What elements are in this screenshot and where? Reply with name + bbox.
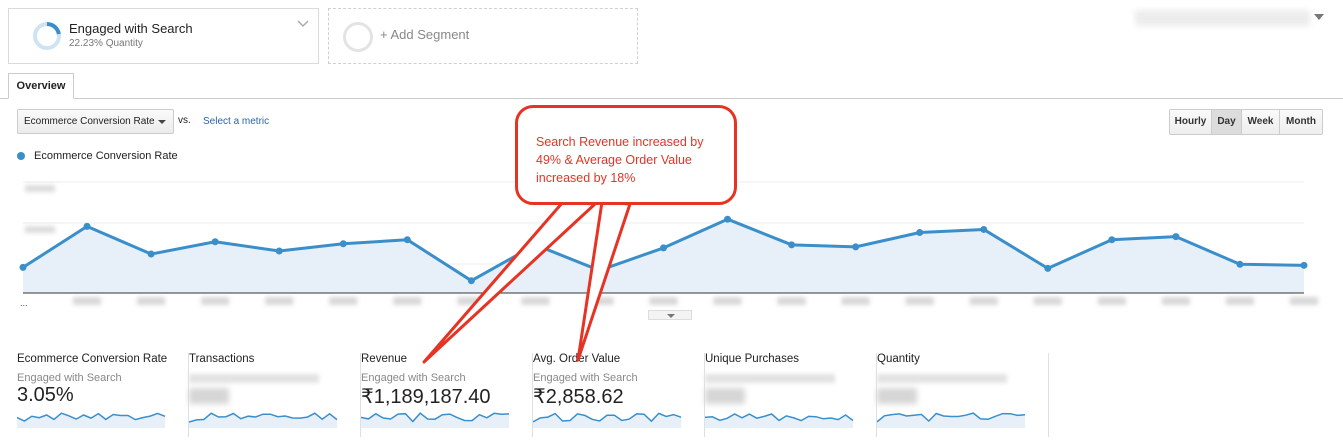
callout-arrow-revenue <box>422 200 597 364</box>
annotation-callout: Search Revenue increased by 49% & Averag… <box>515 105 737 205</box>
callout-arrows <box>422 200 632 364</box>
callout-arrow-aov <box>576 200 632 362</box>
